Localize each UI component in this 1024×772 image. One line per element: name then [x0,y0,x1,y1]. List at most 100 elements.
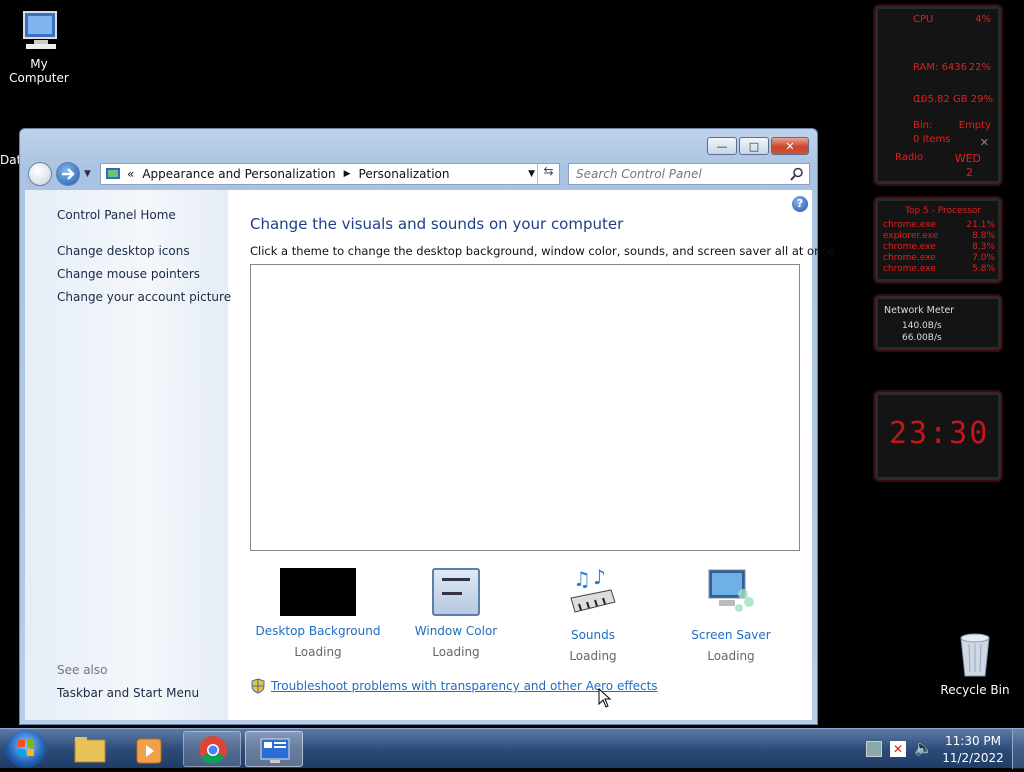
trash-icon [960,633,990,677]
back-button[interactable] [28,162,52,186]
troubleshoot-row: Troubleshoot problems with transparency … [250,678,658,694]
navigation-bar: ▼ « Appearance and Personalization ▶ Per… [28,161,810,187]
search-input[interactable]: Search Control Panel [568,163,810,185]
mouse-cursor-icon [598,688,612,708]
windows-logo-icon [18,740,34,756]
taskbar-start-menu-link[interactable]: Taskbar and Start Menu [57,686,199,700]
forward-button[interactable] [56,162,80,186]
my-computer-icon[interactable]: My Computer [0,8,78,85]
clock[interactable]: 11:30 PM 11/2/2022 [940,733,1006,767]
gadget-close-icon[interactable]: ✕ [980,136,989,149]
breadcrumb-personalization[interactable]: Personalization [359,167,450,181]
screen-saver-option[interactable]: Screen Saver Loading [666,568,796,663]
window-color-icon [432,568,480,616]
top5-list: chrome.exe 21.1% explorer.exe 8.8% chrome.… [883,220,995,275]
explorer-taskbar-button[interactable] [60,731,118,767]
recent-pages-dropdown[interactable]: ▼ [84,169,91,179]
help-icon[interactable]: ? [792,196,808,212]
process-row: chrome.exe 5.8% [883,264,995,274]
recycle-bin-label: Recycle Bin [940,683,1010,697]
folder-icon [74,737,106,763]
network-tray-icon[interactable] [866,741,882,757]
control-panel-taskbar-button[interactable] [245,731,303,767]
computer-icon [23,11,57,49]
show-desktop-button[interactable] [1012,729,1024,769]
start-button[interactable] [6,730,46,768]
control-panel-icon [260,738,290,763]
search-icon[interactable] [790,167,804,181]
control-panel-home-link[interactable]: Control Panel Home [57,208,176,222]
process-row: chrome.exe 21.1% [883,220,995,230]
address-bar[interactable]: « Appearance and Personalization ▶ Perso… [100,163,560,185]
bin-value: Empty [958,120,991,131]
desktop-background-option[interactable]: Desktop Background Loading [253,568,383,659]
day-label: WED [954,152,981,165]
digital-clock-display: 23:30 [889,416,990,451]
window-content: Control Panel Home Change desktop icons … [25,190,838,720]
media-player-taskbar-button[interactable] [120,731,178,767]
disk-value: 105.82 GB 29% [914,94,993,105]
date-label: 2 [966,166,973,179]
control-panel-icon [106,168,120,179]
window-color-status: Loading [432,645,480,659]
screen-saver-status: Loading [707,649,755,663]
personalization-window: — □ ✕ ▼ « Appearance and Personalization… [19,128,838,725]
network-title: Network Meter [884,305,955,316]
partial-desktop-icon[interactable]: Dat [0,112,20,167]
digital-clock-gadget[interactable]: 23:30 [873,390,1003,482]
ram-value: 22% [968,62,991,73]
breadcrumb-appearance[interactable]: Appearance and Personalization [142,167,335,181]
media-player-icon [136,738,162,764]
window-color-label[interactable]: Window Color [391,624,521,638]
chrome-icon [199,736,227,764]
taskbar: ✕ 🔈 11:30 PM 11/2/2022 [0,728,1024,769]
network-meter-gadget[interactable]: Network Meter 140.0B/s 66.00B/s [873,294,1003,352]
minimize-button[interactable]: — [707,137,737,155]
cpu-value: 4% [975,14,991,25]
bin-label: Bin: [913,120,933,131]
sounds-label[interactable]: Sounds [528,628,658,642]
network-upload: 140.0B/s [902,321,942,331]
sounds-option[interactable]: ♫ ♪ Sounds Loading [528,565,658,663]
page-subtitle: Click a theme to change the desktop back… [250,244,839,258]
window-color-option[interactable]: Window Color Loading [391,568,521,659]
ram-label: RAM: 6436 [913,62,968,73]
radio-label[interactable]: Radio [895,152,923,163]
system-monitor-gadget[interactable]: CPU 4% RAM: 6436 22% C: 105.82 GB 29% Bi… [873,4,1003,186]
change-desktop-icons-link[interactable]: Change desktop icons [57,244,190,258]
screen-saver-label[interactable]: Screen Saver [666,628,796,642]
chrome-taskbar-button[interactable] [183,731,241,767]
svg-text:♫: ♫ [573,568,591,591]
process-row: chrome.exe 7.0% [883,253,995,263]
address-dropdown-icon[interactable]: ▼ [528,169,535,179]
shield-icon [251,678,265,694]
desktop-background-icon [280,568,356,616]
clock-time: 11:30 PM [945,734,1001,748]
process-row: explorer.exe 8.8% [883,231,995,241]
action-center-icon[interactable]: ✕ [890,741,906,757]
network-download: 66.00B/s [902,333,942,343]
top-processes-gadget[interactable]: Top 5 - Processor chrome.exe 21.1% explor… [873,196,1003,284]
left-task-pane: Control Panel Home Change desktop icons … [25,190,231,720]
process-row: chrome.exe 8.3% [883,242,995,252]
bin-items: 0 Items [913,134,951,145]
breadcrumb-separator-icon[interactable]: ▶ [344,169,351,179]
recycle-bin-icon[interactable]: Recycle Bin [940,630,1010,697]
maximize-button[interactable]: □ [739,137,769,155]
arrow-right-icon [62,168,75,180]
breadcrumb-overflow[interactable]: « [127,167,134,181]
red-emblem-icon [0,112,20,152]
volume-icon[interactable]: 🔈 [914,739,933,757]
desktop-background-label[interactable]: Desktop Background [253,624,383,638]
close-button[interactable]: ✕ [771,137,809,155]
clock-date: 11/2/2022 [942,751,1004,765]
theme-list[interactable] [250,264,800,551]
change-mouse-pointers-link[interactable]: Change mouse pointers [57,267,200,281]
refresh-icon[interactable]: ⇆ [537,164,559,184]
partial-label: Dat [0,153,20,167]
cpu-label: CPU [913,14,934,25]
change-account-picture-link[interactable]: Change your account picture [57,290,231,304]
sounds-icon: ♫ ♪ [570,565,616,613]
svg-text:♪: ♪ [593,568,606,589]
screen-saver-icon [708,569,754,612]
